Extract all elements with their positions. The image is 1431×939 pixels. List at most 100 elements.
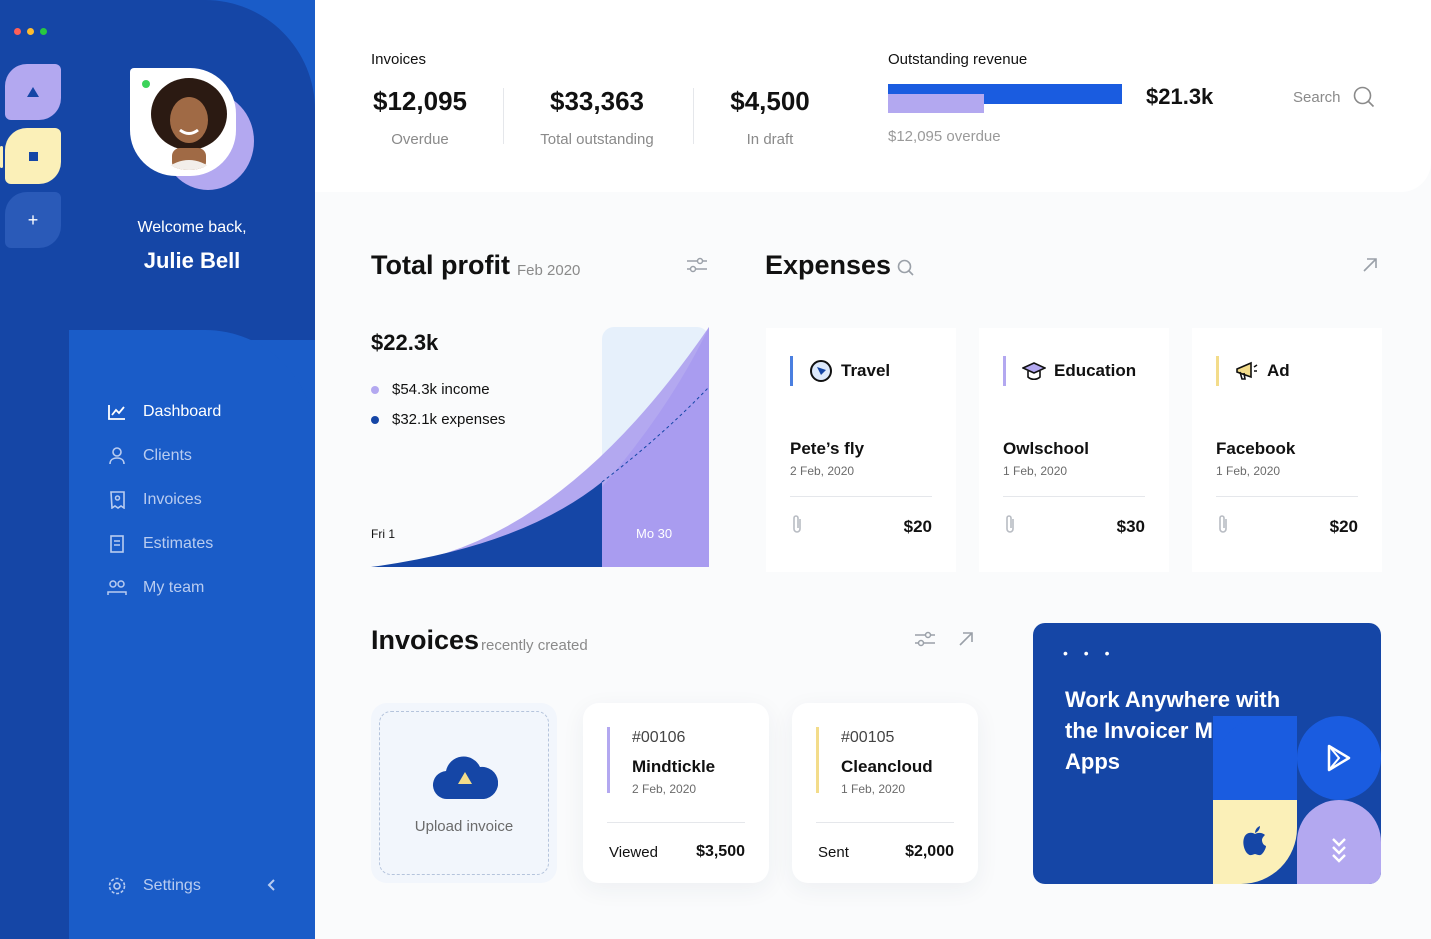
profit-amount: $22.3k: [371, 330, 439, 355]
add-workspace-button[interactable]: +: [5, 192, 61, 248]
attachment-icon[interactable]: [1003, 513, 1017, 540]
expense-category: Education: [1003, 356, 1136, 386]
google-play-button[interactable]: [1297, 716, 1381, 800]
user-name: Julie Bell: [143, 248, 241, 273]
invoice-status: Viewed: [609, 844, 658, 861]
mobile-apps-promo: • • • Work Anywhere with the Invoicer Mo…: [1033, 623, 1381, 884]
invoices-summary-label: Invoices: [371, 51, 427, 68]
invoice-amount: $3,500: [696, 843, 745, 860]
expenses-dot: [371, 415, 379, 424]
sidebar: Welcome back, Julie Bell Dashboard Clien…: [69, 0, 315, 939]
invoices-open-button[interactable]: [954, 627, 978, 651]
invoice-number: #00106: [632, 729, 686, 746]
legend-expenses: $32.1k expenses: [371, 411, 505, 428]
profit-filter-button[interactable]: [685, 253, 709, 277]
nav-item-invoices[interactable]: Invoices: [107, 478, 221, 522]
expense-name: Owlschool: [1003, 439, 1089, 458]
minimize-window-button[interactable]: [27, 28, 34, 35]
category-accent: [790, 356, 793, 386]
stat-in-draft: $4,500 In draft: [719, 86, 821, 148]
window-controls: [14, 28, 47, 35]
invoice-card[interactable]: #00106 Mindtickle 2 Feb, 2020 Viewed $3,…: [583, 703, 769, 883]
legend-income: $54.3k income: [371, 381, 490, 398]
nav-item-dashboard[interactable]: Dashboard: [107, 390, 221, 434]
invoice-accent: [607, 727, 610, 793]
settings-label: Settings: [143, 877, 201, 894]
expenses-open-button[interactable]: [1358, 253, 1382, 277]
compass-icon: [809, 359, 833, 383]
expense-date: 1 Feb, 2020: [1216, 464, 1281, 478]
user-icon: [107, 446, 127, 466]
stat-label: Total outstanding: [540, 131, 654, 148]
stat-label: Overdue: [391, 131, 449, 148]
outstanding-revenue-amount: $21.3k: [1146, 84, 1214, 109]
nav-item-label: Invoices: [143, 491, 202, 508]
invoice-icon: [107, 490, 127, 510]
invoice-date: 2 Feb, 2020: [632, 782, 697, 796]
expenses-search-button[interactable]: [894, 256, 918, 280]
graduation-cap-icon: [1022, 359, 1046, 383]
expense-amount: $30: [1116, 517, 1145, 536]
close-window-button[interactable]: [14, 28, 21, 35]
invoice-status: Sent: [818, 844, 849, 861]
outstanding-revenue-label: Outstanding revenue: [888, 51, 1028, 68]
arrow-up-right-icon: [959, 632, 973, 646]
expense-category: Travel: [790, 356, 890, 386]
expense-card[interactable]: Education Owlschool 1 Feb, 2020 $30: [979, 328, 1169, 572]
expense-card[interactable]: Ad Facebook 1 Feb, 2020 $20: [1192, 328, 1382, 572]
x-start-label: Fri 1: [371, 527, 395, 541]
expenses-title: Expenses: [765, 250, 892, 280]
plus-icon: +: [27, 209, 39, 230]
app-store-button[interactable]: [1213, 800, 1297, 884]
search-icon: [1353, 86, 1374, 108]
category-accent: [1216, 356, 1219, 386]
search-label: Search: [1293, 88, 1341, 106]
stat-value: $12,095: [373, 86, 467, 116]
sliders-icon: [687, 257, 707, 273]
expense-name: Pete’s fly: [790, 439, 865, 458]
cloud-upload-icon: [432, 756, 498, 800]
online-status-dot: [142, 80, 150, 88]
stat-overdue: $12,095 Overdue: [371, 86, 469, 148]
active-indicator: [0, 146, 3, 168]
workspace-square-button[interactable]: [0, 128, 61, 184]
attachment-icon[interactable]: [790, 513, 804, 540]
promo-shape: [1213, 716, 1297, 800]
workspace-triangle-button[interactable]: [5, 64, 61, 120]
divider: [816, 822, 954, 823]
nav-item-clients[interactable]: Clients: [107, 434, 221, 478]
invoice-number: #00105: [841, 729, 895, 746]
profit-title: Total profit: [371, 250, 510, 280]
profit-period: Feb 2020: [517, 262, 581, 279]
divider: [503, 88, 504, 144]
legend-expenses-label: $32.1k expenses: [392, 411, 506, 428]
search-button[interactable]: Search: [1293, 86, 1375, 108]
expense-amount: $20: [1329, 517, 1358, 536]
nav-item-my-team[interactable]: My team: [107, 566, 221, 610]
nav-item-label: My team: [143, 579, 205, 596]
upload-invoice-button[interactable]: Upload invoice: [371, 703, 557, 883]
invoice-card[interactable]: #00105 Cleancloud 1 Feb, 2020 Sent $2,00…: [792, 703, 978, 883]
nav-item-estimates[interactable]: Estimates: [107, 522, 221, 566]
expense-card[interactable]: Travel Pete’s fly 2 Feb, 2020 $20: [766, 328, 956, 572]
promo-dots: • • •: [1063, 645, 1116, 661]
invoice-client: Mindtickle: [632, 757, 716, 776]
welcome-text: Welcome back,: [137, 219, 247, 236]
download-button[interactable]: [1297, 800, 1381, 884]
nav-item-label: Clients: [143, 447, 192, 464]
arrow-up-right-icon: [1363, 258, 1377, 272]
maximize-window-button[interactable]: [40, 28, 47, 35]
invoice-amount: $2,000: [905, 843, 954, 860]
workspace-rail: +: [0, 0, 69, 939]
divider: [790, 496, 932, 497]
divider: [693, 88, 694, 144]
settings-button[interactable]: Settings: [107, 876, 279, 896]
invoices-subtitle: recently created: [481, 637, 588, 654]
collapse-sidebar-button[interactable]: [266, 878, 276, 897]
avatar[interactable]: [130, 68, 255, 193]
expense-name: Facebook: [1216, 439, 1296, 458]
invoices-filter-button[interactable]: [913, 627, 937, 651]
attachment-icon[interactable]: [1216, 513, 1230, 540]
category-accent: [1003, 356, 1006, 386]
stat-value: $4,500: [730, 86, 810, 116]
